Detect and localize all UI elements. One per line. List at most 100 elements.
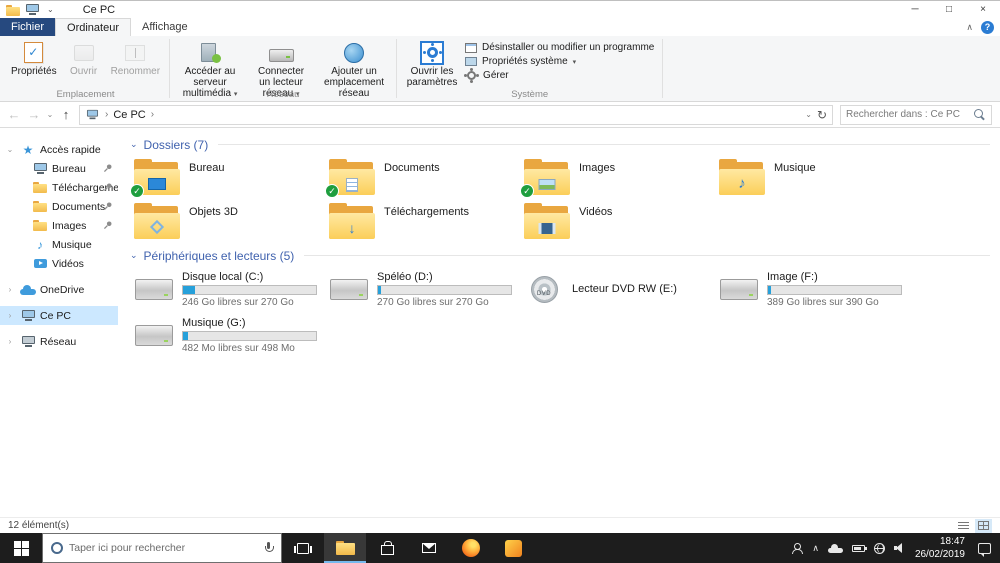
mail-envelope-icon	[422, 543, 436, 553]
search-icon[interactable]	[974, 108, 986, 121]
breadcrumb[interactable]: › Ce PC › ⌄ ↻	[79, 104, 833, 125]
chevron-down-icon[interactable]: ⌄	[5, 145, 15, 154]
task-view-button[interactable]	[282, 533, 324, 563]
system-properties-button[interactable]: Propriétés système ▾	[465, 56, 654, 67]
onedrive-sync-badge: ✓	[130, 184, 144, 198]
details-view-button[interactable]	[955, 519, 972, 533]
network-icon[interactable]	[873, 542, 885, 554]
taskbar-app[interactable]	[492, 533, 534, 563]
tab-affichage[interactable]: Affichage	[131, 18, 199, 36]
folder-images[interactable]: ✓ Images	[520, 157, 715, 201]
taskbar-firefox[interactable]	[450, 533, 492, 563]
ribbon-corner-buttons: ∧ ?	[966, 18, 994, 36]
clock-time: 18:47	[939, 536, 965, 547]
onedrive-tray-icon[interactable]	[827, 543, 843, 553]
chevron-right-icon[interactable]: ›	[5, 311, 15, 320]
pin-icon	[103, 164, 112, 173]
sidebar-item-images[interactable]: Images	[0, 216, 118, 235]
large-icons-view-button[interactable]	[975, 518, 992, 533]
sidebar-item-documents[interactable]: Documents	[0, 197, 118, 216]
sidebar-item-label: Bureau	[52, 162, 86, 175]
collapse-chevron-icon[interactable]: ⌄	[130, 139, 138, 150]
minimize-button[interactable]: ─	[898, 1, 932, 19]
folder-objets-3d[interactable]: Objets 3D	[130, 201, 325, 245]
drive-f[interactable]: Image (F:) 389 Go libres sur 390 Go	[715, 269, 910, 309]
properties-qat-icon[interactable]	[25, 4, 40, 15]
collapse-chevron-icon[interactable]: ⌄	[130, 250, 138, 261]
folder-videos[interactable]: Vidéos	[520, 201, 715, 245]
folder-documents[interactable]: ✓ Documents	[325, 157, 520, 201]
manage-button[interactable]: Gérer	[465, 70, 654, 81]
sidebar-item-videos[interactable]: Vidéos	[0, 254, 118, 273]
renommer-button[interactable]: Renommer	[106, 38, 165, 79]
start-button[interactable]	[0, 533, 42, 563]
drive-d[interactable]: Spéléo (D:) 270 Go libres sur 270 Go	[325, 269, 520, 309]
uninstall-program-button[interactable]: Désinstaller ou modifier un programme	[465, 42, 654, 53]
icon-part	[26, 4, 39, 12]
show-hidden-icons-chevron-icon[interactable]: ∧	[812, 543, 819, 554]
address-dropdown-chevron-icon[interactable]: ⌄	[805, 110, 812, 119]
taskbar-clock[interactable]: 18:47 26/02/2019	[915, 535, 965, 561]
folder-telechargements[interactable]: ↓ Téléchargements	[325, 201, 520, 245]
refresh-icon[interactable]: ↻	[817, 108, 827, 122]
breadcrumb-this-pc[interactable]: Ce PC	[113, 109, 145, 121]
clock-date: 26/02/2019	[914, 549, 965, 560]
pin-icon	[103, 202, 112, 211]
ouvrir-button[interactable]: Ouvrir	[62, 38, 106, 79]
ribbon-group-systeme: Ouvrir les paramètres Désinstaller ou mo…	[397, 36, 662, 101]
minimize-ribbon-chevron-icon[interactable]: ∧	[966, 22, 973, 33]
address-bar: ← → ⌄ ↑ › Ce PC › ⌄ ↻	[0, 102, 1000, 128]
hard-drive-icon	[329, 278, 369, 300]
qat-customize-chevron-icon[interactable]: ⌄	[47, 5, 54, 14]
recent-locations-chevron-icon[interactable]: ⌄	[44, 110, 56, 119]
chevron-right-icon[interactable]: ›	[5, 337, 15, 346]
folders-group-header[interactable]: ⌄ Dossiers (7)	[130, 134, 990, 155]
proprietes-button[interactable]: Propriétés	[6, 38, 62, 79]
sidebar-item-telechargements[interactable]: Téléchargements	[0, 178, 118, 197]
taskbar-mail[interactable]	[408, 533, 450, 563]
drive-g[interactable]: Musique (G:) 482 Mo libres sur 498 Mo	[130, 315, 325, 355]
drives-group-header[interactable]: ⌄ Périphériques et lecteurs (5)	[130, 245, 990, 266]
folder-musique[interactable]: ♪ Musique	[715, 157, 910, 201]
drive-e-dvd[interactable]: Lecteur DVD RW (E:)	[520, 269, 715, 309]
onedrive-cloud-icon	[20, 284, 36, 295]
taskbar-search-box[interactable]	[42, 533, 282, 563]
breadcrumb-chevron-icon[interactable]: ›	[151, 109, 154, 120]
rename-icon	[125, 44, 146, 61]
drive-c[interactable]: Disque local (C:) 246 Go libres sur 270 …	[130, 269, 325, 309]
back-button[interactable]: ←	[4, 107, 24, 122]
help-button[interactable]: ?	[981, 20, 994, 34]
folder-bureau[interactable]: ✓ Bureau	[130, 157, 325, 201]
ribbon: Propriétés Ouvrir Renommer Emplacement A…	[0, 36, 1000, 102]
sidebar-item-onedrive[interactable]: › OneDrive	[0, 280, 118, 299]
microphone-icon[interactable]	[264, 541, 274, 555]
close-button[interactable]: ×	[966, 1, 1000, 19]
tab-ordinateur[interactable]: Ordinateur	[55, 18, 131, 36]
sidebar-item-reseau[interactable]: › Réseau	[0, 332, 118, 351]
sidebar-item-quick-access[interactable]: ⌄ ★ Accès rapide	[0, 140, 118, 159]
open-settings-button[interactable]: Ouvrir les paramètres	[401, 38, 463, 90]
battery-icon[interactable]	[851, 544, 867, 552]
taskbar-store[interactable]	[366, 533, 408, 563]
search-input[interactable]	[846, 109, 974, 120]
sidebar-item-ce-pc[interactable]: › Ce PC	[0, 306, 118, 325]
tab-fichier[interactable]: Fichier	[0, 18, 56, 36]
icon-part	[21, 310, 35, 318]
sidebar-item-musique[interactable]: ♪ Musique	[0, 235, 118, 254]
chevron-right-icon[interactable]: ›	[5, 285, 15, 294]
sidebar-item-bureau[interactable]: Bureau	[0, 159, 118, 178]
people-icon[interactable]	[791, 542, 804, 554]
folder-icon: ✓	[130, 159, 180, 198]
taskbar-search-input[interactable]	[69, 542, 258, 554]
action-center-icon[interactable]	[978, 542, 991, 557]
icon-part	[24, 319, 32, 321]
maximize-button[interactable]: □	[932, 1, 966, 19]
up-button[interactable]: ↑	[56, 107, 76, 122]
network-location-icon	[344, 42, 365, 63]
folder-icon: ↓	[329, 203, 375, 239]
taskbar-file-explorer[interactable]	[324, 533, 366, 563]
volume-icon[interactable]	[893, 543, 906, 553]
forward-button[interactable]: →	[24, 107, 44, 122]
